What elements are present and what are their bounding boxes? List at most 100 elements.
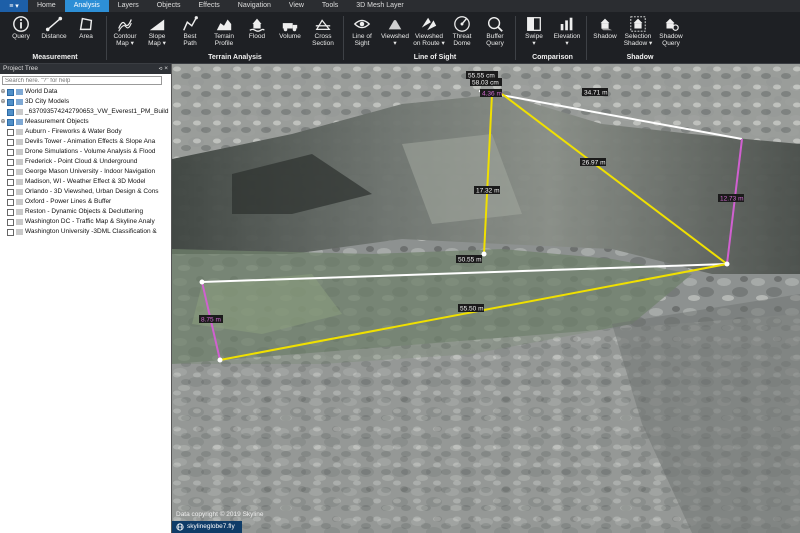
3d-viewport[interactable]: 55.55 cm 58.03 cm 4.36 m 34.71 m 26.97 m… (172, 64, 800, 533)
best-path-button[interactable]: Best Path (171, 15, 209, 47)
tab-3d-mesh-layer[interactable]: 3D Mesh Layer (347, 0, 412, 12)
panel-header: Project Tree ⪦ × (0, 64, 171, 74)
tab-navigation[interactable]: Navigation (229, 0, 280, 12)
tree-item[interactable]: Reston - Dynamic Objects & Decluttering (0, 207, 171, 217)
tree-item-label: _637093574242790653_VW_Everest1_PM_Build (25, 108, 169, 115)
tree-item[interactable]: Devils Tower - Animation Effects & Slope… (0, 137, 171, 147)
tree-item-label: Washington DC - Traffic Map & Skyline An… (25, 218, 155, 225)
viewshed-button[interactable]: Viewshed ▾ (376, 15, 414, 47)
elevation-icon (560, 17, 573, 31)
tree-item[interactable]: Auburn - Fireworks & Water Body (0, 127, 171, 137)
tree-item[interactable]: Oxford - Power Lines & Buffer (0, 197, 171, 207)
tree-item[interactable]: Washington DC - Traffic Map & Skyline An… (0, 217, 171, 227)
visibility-checkbox[interactable] (7, 168, 14, 176)
cross-section-button[interactable]: Cross Section (304, 15, 342, 47)
visibility-checkbox[interactable] (7, 88, 14, 96)
tree-item[interactable]: Drone Simulations - Volume Analysis & Fl… (0, 147, 171, 157)
visibility-checkbox[interactable] (7, 108, 14, 116)
viewshed-label: Viewshed ▾ (380, 33, 410, 47)
label-white-top: 34.71 m (584, 90, 608, 97)
tree-item[interactable]: Madison, WI - Weather Effect & 3D Model (0, 177, 171, 187)
distance-icon (45, 16, 63, 32)
threat-dome-label: Threat Dome (452, 33, 472, 47)
tree-item[interactable]: ⊕ Measurement Objects (0, 117, 171, 127)
tab-view[interactable]: View (280, 0, 313, 12)
visibility-checkbox[interactable] (7, 158, 14, 166)
visibility-checkbox[interactable] (7, 98, 14, 106)
area-label: Area (79, 33, 93, 40)
app-menu-button[interactable]: ≡ ▾ (0, 0, 28, 12)
menu-icon: ≡ (9, 2, 14, 10)
panel-title: Project Tree (3, 65, 39, 72)
expand-icon[interactable]: ⊕ (0, 97, 6, 107)
tab-analysis[interactable]: Analysis (64, 0, 109, 12)
document-tab[interactable]: skylineglobe7.fly (172, 521, 242, 533)
expand-icon[interactable]: ⊕ (0, 117, 6, 127)
visibility-checkbox[interactable] (7, 228, 14, 236)
visibility-checkbox[interactable] (7, 148, 14, 156)
visibility-checkbox[interactable] (7, 188, 14, 196)
tree-item[interactable]: ⊕ 3D City Models (0, 97, 171, 107)
layer-icon (16, 179, 23, 185)
visibility-checkbox[interactable] (7, 178, 14, 186)
visibility-checkbox[interactable] (7, 198, 14, 206)
tree-item[interactable]: _637093574242790653_VW_Everest1_PM_Build (0, 107, 171, 117)
folder-icon (16, 99, 23, 105)
area-button[interactable]: Area (67, 15, 105, 40)
expand-icon[interactable]: ⊕ (0, 87, 6, 97)
distance-label: Distance (41, 33, 67, 40)
visibility-checkbox[interactable] (7, 118, 14, 126)
slope-map-label: Slope Map ▾ (148, 33, 166, 47)
swipe-icon (527, 17, 541, 31)
shadow-query-button[interactable]: Shadow Query (652, 15, 690, 47)
tree-item-label: Orlando - 3D Viewshed, Urban Design & Co… (25, 188, 159, 195)
panel-controls[interactable]: ⪦ × (159, 64, 171, 74)
best-path-label: Best Path (183, 33, 197, 47)
selection-shadow-label: Selection Shadow ▾ (623, 33, 653, 47)
slope-icon (149, 19, 165, 31)
layer-icon (16, 139, 23, 145)
buffer-query-icon (487, 16, 503, 32)
volume-icon (282, 23, 298, 32)
tree-item[interactable]: Washington University -3DML Classificati… (0, 227, 171, 237)
layer-icon (16, 159, 23, 165)
tab-layers[interactable]: Layers (109, 0, 148, 12)
flood-icon (249, 18, 265, 32)
layer-icon (16, 169, 23, 175)
visibility-checkbox[interactable] (7, 128, 14, 136)
label-white-mid: 50.55 m (458, 257, 482, 264)
layer-icon (16, 199, 23, 205)
tree-item[interactable]: ⊕ World Data (0, 87, 171, 97)
tree-item-label: World Data (25, 88, 58, 95)
visibility-checkbox[interactable] (7, 208, 14, 216)
terrain-profile-icon (216, 19, 232, 31)
tree-item-label: Reston - Dynamic Objects & Decluttering (25, 208, 144, 215)
group-shadow: Shadow (626, 54, 654, 61)
visibility-checkbox[interactable] (7, 218, 14, 226)
tab-tools[interactable]: Tools (313, 0, 347, 12)
tree-item[interactable]: Orlando - 3D Viewshed, Urban Design & Co… (0, 187, 171, 197)
tab-home[interactable]: Home (28, 0, 65, 12)
globe-icon (176, 523, 184, 531)
layer-icon (16, 129, 23, 135)
terrain-scene[interactable]: 55.55 cm 58.03 cm 4.36 m 34.71 m 26.97 m… (172, 64, 800, 533)
shadow-query-label: Shadow Query (659, 33, 683, 47)
layer-icon (16, 209, 23, 215)
tab-objects[interactable]: Objects (148, 0, 190, 12)
folder-icon (16, 119, 23, 125)
tree-item-label: 3D City Models (25, 98, 70, 105)
selection-shadow-icon (630, 16, 646, 32)
label-yellow-bottom: 55.50 m (460, 306, 484, 313)
cross-section-label: Cross Section (312, 33, 334, 47)
buffer-query-button[interactable]: Buffer Query (476, 15, 514, 47)
tab-effects[interactable]: Effects (190, 0, 229, 12)
search-input[interactable] (2, 76, 162, 85)
tree-item-label: Frederick - Point Cloud & Underground (25, 158, 138, 165)
document-tab-label: skylineglobe7.fly (187, 523, 235, 530)
elevation-button[interactable]: Elevation ▾ (548, 15, 586, 47)
contour-map-label: Contour Map ▾ (113, 33, 137, 47)
tree-item[interactable]: George Mason University - Indoor Navigat… (0, 167, 171, 177)
tree-item[interactable]: Frederick - Point Cloud & Underground (0, 157, 171, 167)
visibility-checkbox[interactable] (7, 138, 14, 146)
label-yellow-diag: 26.97 m (582, 160, 606, 167)
